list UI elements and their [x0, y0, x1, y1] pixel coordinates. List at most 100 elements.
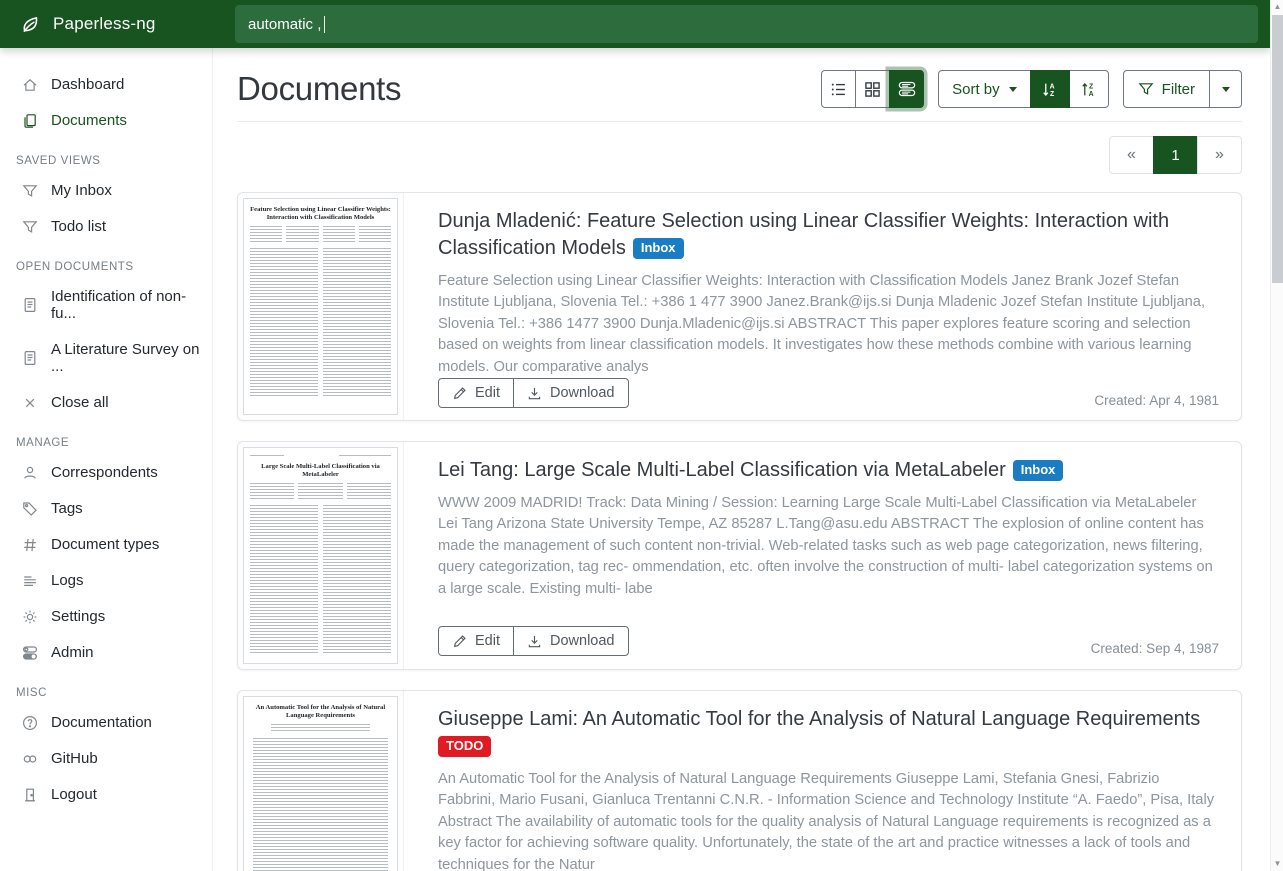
- download-button[interactable]: Download: [513, 626, 629, 656]
- sidebar: Dashboard Documents SAVED VIEWS My Inbox…: [0, 48, 213, 871]
- detail-view-button[interactable]: [889, 70, 924, 108]
- sidebar-item-documentation[interactable]: Documentation: [0, 708, 212, 737]
- tag-badge-inbox[interactable]: Inbox: [1013, 460, 1064, 481]
- sidebar-item-settings[interactable]: Settings: [0, 602, 212, 631]
- sidebar-section-heading: SAVED VIEWS: [0, 155, 212, 167]
- funnel-icon: [1138, 81, 1154, 97]
- svg-text:Z: Z: [1089, 83, 1094, 90]
- filter-group: Filter: [1123, 70, 1242, 108]
- hash-icon: [22, 537, 38, 553]
- sidebar-item-my-inbox[interactable]: My Inbox: [0, 176, 212, 205]
- svg-text:A: A: [1050, 83, 1055, 90]
- svg-text:Z: Z: [1050, 90, 1055, 97]
- scrollbar-down-arrow[interactable]: ▼: [1271, 857, 1283, 871]
- sidebar-item-label: Settings: [51, 608, 105, 625]
- sidebar-item-label: A Literature Survey on ...: [51, 341, 204, 375]
- pencil-icon: [452, 634, 467, 649]
- sidebar-open-document-1[interactable]: Identification of non-fu...: [0, 282, 212, 328]
- pagination-next-button[interactable]: »: [1197, 136, 1242, 174]
- main-content: Documents: [213, 48, 1270, 871]
- document-card: Large Scale Multi-Label Classification v…: [237, 441, 1242, 670]
- sidebar-item-label: GitHub: [51, 750, 98, 767]
- app-title: Paperless-ng: [53, 14, 156, 34]
- grid-view-button[interactable]: [855, 70, 890, 108]
- chevron-down-icon: [1222, 87, 1230, 92]
- sidebar-item-label: Correspondents: [51, 464, 158, 481]
- list-view-button[interactable]: [821, 70, 856, 108]
- edit-button[interactable]: Edit: [438, 378, 514, 408]
- sidebar-item-label: Logs: [51, 572, 84, 589]
- document-thumbnail[interactable]: An Automatic Tool for the Analysis of Na…: [238, 691, 404, 871]
- thumbnail-paper-title: Feature Selection using Linear Classifie…: [250, 206, 391, 222]
- document-summary: WWW 2009 MADRID! Track: Data Mining / Se…: [438, 493, 1219, 600]
- window-scrollbar[interactable]: ▲ ▼: [1270, 0, 1283, 871]
- sidebar-item-logout[interactable]: Logout: [0, 780, 212, 809]
- sidebar-item-github[interactable]: GitHub: [0, 744, 212, 773]
- sort-group: Sort by A Z Z A: [938, 70, 1109, 108]
- sidebar-item-logs[interactable]: Logs: [0, 566, 212, 595]
- thumbnail-paper-title: Large Scale Multi-Label Classification v…: [250, 463, 391, 479]
- document-card: An Automatic Tool for the Analysis of Na…: [237, 690, 1242, 871]
- pagination-page-1[interactable]: 1: [1153, 136, 1198, 174]
- pagination-prev-button[interactable]: «: [1109, 136, 1154, 174]
- download-button[interactable]: Download: [513, 378, 629, 408]
- filter-dropdown-button[interactable]: [1209, 70, 1242, 108]
- sidebar-item-label: Close all: [51, 394, 109, 411]
- document-summary: An Automatic Tool for the Analysis of Na…: [438, 769, 1219, 871]
- sidebar-open-document-2[interactable]: A Literature Survey on ...: [0, 335, 212, 381]
- log-list-icon: [22, 573, 38, 589]
- sidebar-item-document-types[interactable]: Document types: [0, 530, 212, 559]
- filter-button[interactable]: Filter: [1123, 70, 1210, 108]
- gear-icon: [22, 609, 38, 625]
- document-title-link[interactable]: Dunja Mladenić: Feature Selection using …: [438, 208, 1219, 262]
- edit-button[interactable]: Edit: [438, 626, 514, 656]
- search-text: automatic ,: [248, 16, 321, 33]
- scrollbar-thumb[interactable]: [1272, 15, 1283, 283]
- document-actions: Edit Download: [438, 378, 629, 408]
- sidebar-item-tags[interactable]: Tags: [0, 494, 212, 523]
- sidebar-section-heading: OPEN DOCUMENTS: [0, 261, 212, 273]
- document-created-date: Created: Sep 4, 1987: [1091, 641, 1219, 656]
- documents-icon: [22, 113, 38, 129]
- svg-text:A: A: [1089, 90, 1094, 97]
- chevron-down-icon: [1009, 87, 1017, 92]
- download-icon: [527, 386, 542, 401]
- funnel-icon: [22, 219, 38, 235]
- sort-by-label: Sort by: [952, 81, 1000, 98]
- sidebar-item-admin[interactable]: Admin: [0, 638, 212, 667]
- app-brand[interactable]: Paperless-ng: [0, 14, 213, 35]
- sidebar-item-dashboard[interactable]: Dashboard: [0, 70, 212, 99]
- sidebar-item-label: Dashboard: [51, 76, 124, 93]
- sort-ascending-button[interactable]: Z A: [1069, 70, 1109, 108]
- link-icon: [22, 751, 38, 767]
- tag-badge-todo[interactable]: TODO: [438, 736, 491, 757]
- global-search-input[interactable]: automatic ,: [235, 5, 1258, 43]
- file-text-icon: [22, 350, 38, 366]
- document-title-link[interactable]: Giuseppe Lami: An Automatic Tool for the…: [438, 706, 1219, 760]
- top-navbar: Paperless-ng automatic ,: [0, 0, 1270, 48]
- document-title-link[interactable]: Lei Tang: Large Scale Multi-Label Classi…: [438, 457, 1219, 484]
- tag-icon: [22, 501, 38, 517]
- sidebar-item-correspondents[interactable]: Correspondents: [0, 458, 212, 487]
- tag-badge-inbox[interactable]: Inbox: [633, 238, 684, 259]
- person-icon: [22, 465, 38, 481]
- sidebar-item-todo-list[interactable]: Todo list: [0, 212, 212, 241]
- sidebar-item-close-all[interactable]: Close all: [0, 388, 212, 417]
- sidebar-item-label: Logout: [51, 786, 97, 803]
- toggles-icon: [22, 645, 38, 661]
- sidebar-item-label: My Inbox: [51, 182, 112, 199]
- sort-descending-button[interactable]: A Z: [1030, 70, 1070, 108]
- document-thumbnail[interactable]: Feature Selection using Linear Classifie…: [238, 193, 404, 420]
- sidebar-item-label: Identification of non-fu...: [51, 288, 204, 322]
- sort-by-dropdown[interactable]: Sort by: [938, 70, 1031, 108]
- filter-label: Filter: [1162, 81, 1195, 98]
- sidebar-item-label: Admin: [51, 644, 94, 661]
- close-icon: [22, 395, 38, 411]
- document-thumbnail[interactable]: Large Scale Multi-Label Classification v…: [238, 442, 404, 669]
- sidebar-item-label: Tags: [51, 500, 83, 517]
- document-card: Feature Selection using Linear Classifie…: [237, 192, 1242, 421]
- scrollbar-up-arrow[interactable]: ▲: [1271, 0, 1283, 14]
- sidebar-item-documents[interactable]: Documents: [0, 106, 212, 135]
- document-actions: Edit Download: [438, 626, 629, 656]
- sidebar-item-label: Documents: [51, 112, 127, 129]
